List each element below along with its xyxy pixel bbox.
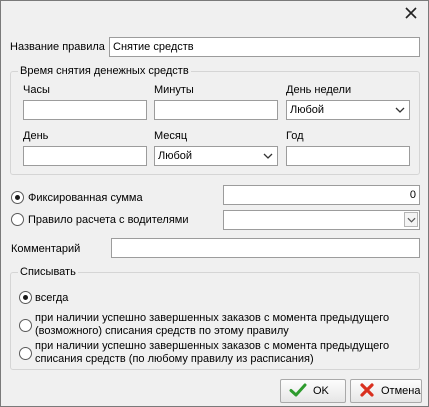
debit-always-radio[interactable] (19, 291, 32, 304)
driver-rule-label: Правило расчета с водителями (28, 214, 189, 226)
month-label: Месяц (154, 130, 188, 142)
rule-dialog: Название правила Снятие средств Время сн… (0, 0, 429, 407)
comment-label: Комментарий (11, 243, 81, 255)
ok-button[interactable]: OK (280, 379, 346, 403)
close-button[interactable] (400, 4, 422, 24)
month-select[interactable]: Любой (154, 146, 278, 166)
ok-button-label: OK (313, 385, 329, 397)
cancel-button[interactable]: Отмена (350, 379, 422, 403)
debit-title: Списывать (18, 266, 78, 279)
chevron-down-icon (261, 149, 275, 163)
comment-input[interactable] (111, 238, 420, 258)
checkmark-icon (289, 382, 307, 401)
cross-icon (359, 382, 375, 401)
chevron-down-icon (404, 212, 418, 227)
withdraw-time-title: Время снятия денежных средств (18, 65, 191, 78)
rule-name-label: Название правила (10, 41, 105, 53)
debit-option2-radio[interactable] (19, 347, 32, 360)
minutes-input[interactable] (154, 100, 278, 120)
weekday-label: День недели (286, 84, 352, 96)
rule-name-input[interactable]: Снятие средств (109, 37, 420, 57)
driver-rule-select[interactable] (223, 210, 420, 230)
debit-option1-label: при наличии успешно завершенных заказов … (35, 312, 390, 337)
fixed-amount-radio[interactable] (11, 191, 24, 204)
debit-option2-label: при наличии успешно завершенных заказов … (35, 340, 390, 365)
debit-option1-radio[interactable] (19, 319, 32, 332)
day-input[interactable] (23, 146, 147, 166)
close-icon (405, 6, 417, 22)
month-selected-value: Любой (158, 150, 193, 162)
driver-rule-radio[interactable] (11, 213, 24, 226)
hours-input[interactable] (23, 100, 147, 120)
minutes-label: Минуты (154, 84, 194, 96)
hours-label: Часы (23, 84, 50, 96)
debit-always-label: всегда (35, 292, 69, 304)
day-label: День (23, 130, 49, 142)
weekday-select[interactable]: Любой (286, 100, 410, 120)
year-label: Год (286, 130, 304, 142)
cancel-button-label: Отмена (381, 385, 421, 397)
fixed-amount-input[interactable]: 0 (223, 185, 420, 205)
weekday-selected-value: Любой (290, 104, 325, 116)
fixed-amount-label: Фиксированная сумма (28, 192, 143, 204)
chevron-down-icon (393, 103, 407, 117)
year-input[interactable] (286, 146, 410, 166)
